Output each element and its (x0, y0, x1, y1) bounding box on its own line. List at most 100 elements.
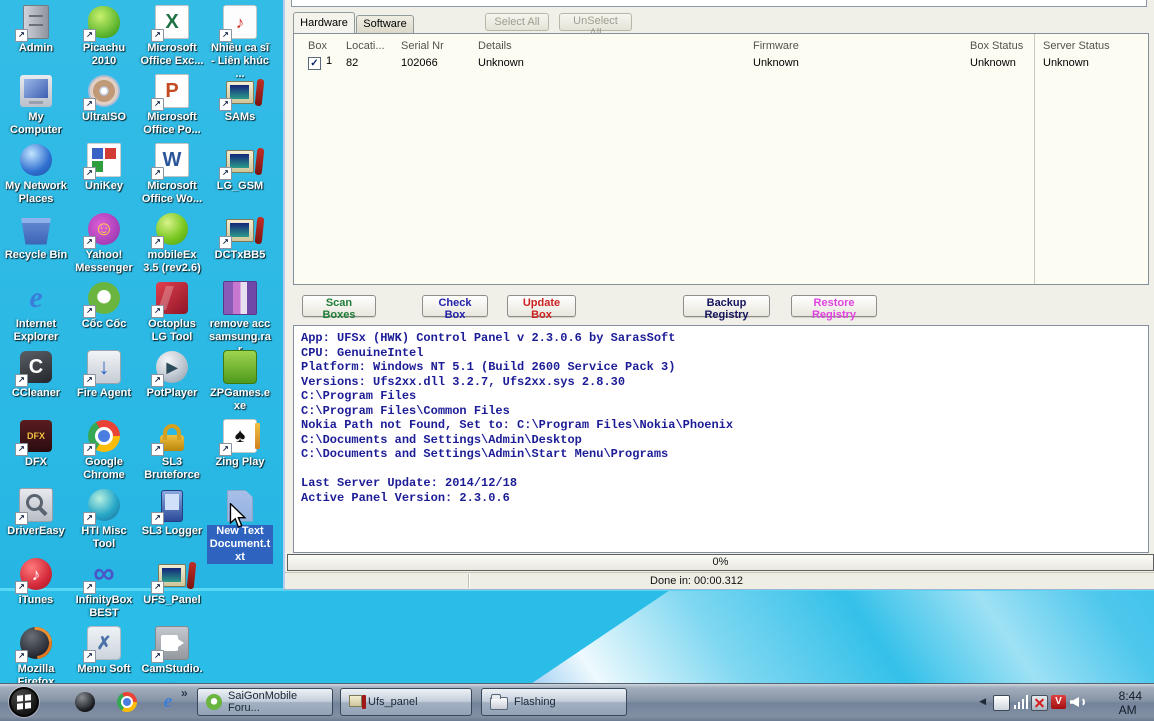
shortcut-arrow-overlay: ↗ (83, 305, 96, 318)
desktop-icon-infinitybox-best[interactable]: ∞ ↗ InfinityBox BEST (71, 556, 137, 620)
desktop-icon-octoplus-lg-tool[interactable]: ↗ Octoplus LG Tool (139, 280, 205, 344)
desktop-icon-itunes[interactable]: ♪ ↗ iTunes (3, 556, 69, 607)
desktop-icon-microsoft-office-word[interactable]: W ↗ Microsoft Office Wo... (139, 142, 205, 206)
action-buttons: Scan Boxes Check Box Update Box Backup R… (285, 295, 1154, 321)
col-serial[interactable]: Serial Nr (401, 40, 478, 52)
chrome-icon[interactable] (117, 692, 137, 712)
box-listview[interactable]: Box Locati... Serial Nr Details Firmware… (293, 33, 1149, 285)
tray-signal-bars-icon[interactable] (1014, 695, 1029, 709)
tray-antivirus-icon[interactable]: V (1051, 695, 1066, 709)
desktop-icon-label: SL3 Logger (141, 525, 203, 537)
box-status: Unknown (970, 56, 1016, 69)
desktop-icon-ultraiso[interactable]: ↗ UltraISO (71, 73, 137, 124)
start-button[interactable] (9, 687, 39, 717)
tray-chevron-icon[interactable]: ◀ (979, 696, 986, 707)
box-row[interactable]: ✓ 1 82 102066 Unknown Unknown Unknown Unk… (294, 54, 1148, 71)
desktop-icon-coc-coc[interactable]: ↗ Cốc Cốc (71, 280, 137, 331)
taskbar-clock[interactable]: 8:44 AM (1119, 684, 1142, 721)
progress-bar: 0% (287, 554, 1154, 571)
desktop-icon-camstudio[interactable]: ↗ CamStudio... (139, 625, 205, 689)
col-location[interactable]: Locati... (346, 40, 401, 52)
shortcut-arrow-overlay: ↗ (151, 98, 164, 111)
tray-network-error-icon[interactable] (1031, 695, 1048, 711)
desktop-icon-drivereasy[interactable]: ↗ DriverEasy (3, 487, 69, 538)
task-button-ufs-panel[interactable]: Ufs_panel (340, 688, 472, 716)
desktop-icon-yahoo-messenger[interactable]: ☺ ↗ Yahoo! Messenger (71, 211, 137, 275)
col-server-status[interactable]: Server Status (1034, 40, 1148, 52)
log-output[interactable]: App: UFSx (HWK) Control Panel v 2.3.0.6 … (293, 325, 1149, 553)
task-button-flashing[interactable]: Flashing (481, 688, 627, 716)
tab-software[interactable]: Software (356, 15, 414, 33)
update-box-button[interactable]: Update Box (507, 295, 576, 321)
shortcut-arrow-overlay: ↗ (83, 98, 96, 111)
col-box-status[interactable]: Box Status (970, 40, 1034, 52)
desktop-icon-my-computer[interactable]: ↗ My Computer (3, 73, 69, 137)
desktop-icon-label: Fire Agent (77, 387, 131, 399)
check-box-button[interactable]: Check Box (422, 295, 488, 321)
desktop-icon-google-chrome[interactable]: ↗ Google Chrome (71, 418, 137, 482)
desktop-icon-my-network-places[interactable]: ↗ My Network Places (3, 142, 69, 206)
restore-registry-button[interactable]: Restore Registry (791, 295, 877, 321)
desktop-icon-potplayer[interactable]: ▶ ↗ PotPlayer (139, 349, 205, 400)
shortcut-arrow-overlay: ↗ (151, 167, 164, 180)
desktop-icon-admin[interactable]: ↗ Admin (3, 4, 69, 55)
desktop-icon-ufs-panel[interactable]: ↗ UFS_Panel (139, 556, 205, 607)
internet-explorer-icon[interactable]: e (158, 692, 178, 712)
desktop-icon-mozilla-firefox[interactable]: ↗ Mozilla Firefox (3, 625, 69, 689)
desktop-icon-lg-gsm[interactable]: ↗ LG_GSM (207, 142, 273, 193)
desktop-icon-label: SAMs (224, 111, 256, 123)
icon-glyph: e (29, 281, 43, 314)
tab-hardware[interactable]: Hardware (293, 12, 355, 33)
col-box[interactable]: Box (308, 40, 346, 52)
column-separator (1034, 34, 1035, 284)
desktop-icon-hti-misc-tool[interactable]: ↗ HTI Misc Tool (71, 487, 137, 551)
log-line: C:\Documents and Settings\Admin\Start Me… (301, 447, 669, 461)
desktop-icon-label: Recycle Bin (4, 249, 68, 261)
desktop-icon-dctxbb5[interactable]: ↗ DCTxBB5 (207, 211, 273, 262)
desktop-icon-label: DriverEasy (7, 525, 65, 537)
desktop-icon-label: UniKey (85, 180, 123, 192)
desktop-icon-recycle-bin[interactable]: ↗ Recycle Bin (3, 211, 69, 262)
desktop-icon-internet-explorer[interactable]: e ↗ Internet Explorer (3, 280, 69, 344)
select-all-button[interactable]: Select All (485, 13, 549, 31)
desktop-icon-sl3-bruteforce[interactable]: ↗ SL3 Bruteforce (139, 418, 205, 482)
row-checkbox[interactable]: ✓ (308, 57, 321, 70)
scan-boxes-button[interactable]: Scan Boxes (302, 295, 376, 321)
desktop-icons: ↗ Admin ↗ Picachu 2010 X ↗ Microsoft Off… (0, 0, 283, 688)
list-header: Box Locati... Serial Nr Details Firmware… (294, 38, 1148, 54)
desktop-icon-nhieu-ca-si-lien-khuc-mp3[interactable]: ♪ ↗ Nhiều ca sĩ - Liên khúc ... (207, 4, 273, 81)
desktop-icon-zpgames-exe[interactable]: ↗ ZPGames.exe (207, 349, 273, 413)
tray-speaker-icon[interactable] (1070, 695, 1085, 709)
desktop-icon-picachu-2010[interactable]: ↗ Picachu 2010 (71, 4, 137, 68)
ufs-box-icon (349, 695, 366, 709)
shortcut-arrow-overlay: ↗ (83, 443, 96, 456)
col-details[interactable]: Details (478, 40, 753, 52)
desktop-icon-remove-acc-samsung-rar[interactable]: ↗ remove acc samsung.rar (207, 280, 273, 357)
task-label: Ufs_panel (368, 696, 418, 708)
desktop-icon-fire-agent[interactable]: ↓ ↗ Fire Agent (71, 349, 137, 400)
icon-art (161, 489, 183, 522)
col-firmware[interactable]: Firmware (753, 40, 970, 52)
desktop-icon-sl3-logger[interactable]: ↗ SL3 Logger (139, 487, 205, 538)
desktop-icon-dfx[interactable]: DFX ↗ DFX (3, 418, 69, 469)
shortcut-arrow-overlay: ↗ (151, 236, 164, 249)
desktop-icon-mobileex-35-rev26[interactable]: ↗ mobileEx 3.5 (rev2.6) (139, 211, 205, 275)
quick-launch-app-icon[interactable] (75, 692, 95, 712)
desktop-icon-ccleaner[interactable]: C ↗ CCleaner (3, 349, 69, 400)
desktop-icon-microsoft-office-powerpoint[interactable]: P ↗ Microsoft Office Po... (139, 73, 205, 137)
desktop-icon-zing-play[interactable]: ♠ ↗ Zing Play (207, 418, 273, 469)
backup-registry-button[interactable]: Backup Registry (683, 295, 770, 321)
unselect-all-button[interactable]: UnSelect All (559, 13, 632, 39)
task-label: SaiGonMobile Foru... (228, 690, 298, 714)
desktop-icon-unikey[interactable]: ↗ UniKey (71, 142, 137, 193)
desktop-icon-sams[interactable]: ↗ SAMs (207, 73, 273, 124)
tray-display-icon[interactable] (993, 695, 1010, 711)
mouse-cursor (229, 503, 247, 528)
desktop-icon-microsoft-office-excel[interactable]: X ↗ Microsoft Office Exc... (139, 4, 205, 68)
task-button-saigonmobile[interactable]: SaiGonMobile Foru... (197, 688, 333, 716)
desktop-icon-label: ZPGames.exe (210, 387, 270, 412)
desktop-icon-menu-soft[interactable]: ✗ ↗ Menu Soft (71, 625, 137, 676)
top-field-edge (291, 0, 1147, 7)
quick-launch-chevron-icon[interactable]: » (181, 686, 188, 700)
